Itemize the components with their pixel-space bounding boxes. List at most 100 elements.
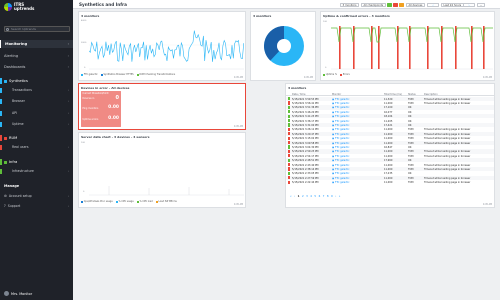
logo-line-2: uptrends — [14, 6, 35, 12]
sidebar-group-rum[interactable]: RUM — [0, 134, 73, 142]
page-link[interactable]: « — [290, 195, 292, 198]
status-marker — [287, 176, 290, 180]
gear-icon: ⚙ — [4, 194, 7, 199]
status-marker — [287, 158, 290, 162]
status-marker — [287, 167, 290, 171]
cell-date: 5/15/2021 2:22:44 PM — [292, 181, 319, 185]
infra-icon — [4, 160, 7, 164]
pagination: «‹ 1 2 3 4 5 6 7 8 9 ›» — [290, 195, 340, 198]
chart-legend: Cpu/Windows Proc usage % CPU usage % CPU… — [81, 200, 177, 203]
time-range-button[interactable]: Last 24 hours — [441, 2, 464, 7]
pie-chart — [264, 26, 304, 66]
sidebar-group-infra[interactable]: Infra — [0, 158, 73, 166]
search-icon — [6, 28, 10, 31]
chevron-right-icon: › — [67, 54, 69, 58]
sidebar-item-dashboards[interactable]: Dashboards › — [0, 63, 73, 71]
sidebar-item-infrastructure[interactable]: Infrastructure › — [0, 168, 73, 175]
sidebar: ITRS uptrends Search Uptrends Monitoring… — [0, 0, 73, 300]
chevron-right-icon: › — [67, 65, 69, 69]
search-placeholder: Search Uptrends — [11, 27, 36, 31]
sidebar-item-api[interactable]: API › — [0, 110, 73, 117]
tile-title: 3 monitors — [253, 13, 272, 18]
page-link[interactable]: ‹ — [294, 195, 295, 198]
sidebar-item-alerting[interactable]: Alerting › — [0, 52, 73, 60]
uptime-series — [331, 27, 493, 43]
chevron-right-icon[interactable]: › — [463, 2, 475, 7]
tile-title: 3 monitors — [81, 13, 100, 18]
status-marker — [287, 149, 290, 154]
status-marker — [287, 110, 290, 114]
status-marker — [287, 119, 290, 123]
monitors-filter-button[interactable]: 3 monitors — [340, 2, 359, 7]
status-warning-icon[interactable] — [399, 2, 404, 7]
rum-icon — [4, 136, 7, 140]
error-bars — [339, 26, 485, 69]
page-link[interactable]: 2 — [302, 195, 304, 198]
status-marker — [287, 123, 290, 127]
devices-filter-button[interactable]: All devices — [406, 2, 425, 7]
cell-status: TOM — [408, 181, 414, 185]
user-menu[interactable]: Mrs. Monitor — [4, 291, 32, 296]
sidebar-item-support[interactable]: ? Support › — [0, 203, 73, 210]
sidebar-item-real-users[interactable]: Real users › — [0, 144, 73, 151]
tile-monitor-log[interactable]: 3 monitors Date / time Monitor Total tim… — [285, 83, 495, 208]
status-marker — [287, 163, 290, 167]
sidebar-item-transactions[interactable]: Transactions › — [0, 87, 73, 94]
cell-time: 11,000 — [384, 181, 393, 185]
sidebar-item-monitoring[interactable]: Monitoring › — [0, 40, 73, 48]
tile-title: 3 monitors — [288, 85, 307, 90]
status-marker — [287, 97, 290, 101]
sidebar-search-input[interactable]: Search Uptrends — [4, 26, 70, 32]
status-marker — [287, 141, 290, 145]
synthetics-icon — [4, 79, 7, 83]
tile-devices-in-error[interactable]: Devices in error - All devices Current t… — [78, 83, 246, 130]
sidebar-item-account-setup[interactable]: ⚙ Account setup › — [0, 193, 73, 200]
chart-legend: FTC galactic Synthetics Browser HTTPS RU… — [81, 73, 175, 76]
status-marker — [287, 154, 290, 158]
page-link[interactable]: » — [339, 195, 341, 198]
page-link[interactable]: 7 — [323, 195, 325, 198]
page-link[interactable]: 5 — [314, 195, 316, 198]
tile-response-time[interactable]: 3 monitors 4000 2000 0 FTC galactic Synt… — [78, 11, 246, 81]
page-link[interactable]: 9 — [331, 195, 333, 198]
tile-title: Devices in error - All devices — [81, 85, 130, 90]
page-link[interactable]: 3 — [306, 195, 308, 198]
error-summary-box: Current threshold/limit Devices in 0 Pin… — [81, 91, 121, 127]
status-marker — [287, 180, 290, 184]
status-marker — [287, 171, 290, 176]
status-ok-icon[interactable] — [387, 2, 392, 7]
status-marker — [287, 105, 290, 110]
page-link[interactable]: › — [335, 195, 336, 198]
page-link[interactable]: 6 — [319, 195, 321, 198]
table-row[interactable]: 5/15/2021 2:22:44 PM ▣ FTC galactic 11,000… — [286, 180, 494, 185]
page-link[interactable]: 1 — [298, 195, 300, 198]
uptrends-logo-icon — [4, 3, 12, 12]
page-header: Synthetics and Infra 3 monitors All chec… — [73, 0, 500, 9]
status-marker — [287, 132, 290, 136]
logo[interactable]: ITRS uptrends — [4, 2, 35, 12]
sidebar-item-uptime[interactable]: Uptime › — [0, 121, 73, 128]
sidebar-manage-heading: Manage — [4, 184, 20, 188]
more-options-icon[interactable]: ⋯ — [477, 2, 485, 7]
response-time-series — [89, 30, 244, 62]
table-header: Date / time Monitor Total time (ms) Stat… — [286, 92, 494, 96]
tile-server-data[interactable]: Server data chart - 3 devices - 4 sensor… — [78, 132, 246, 208]
chevron-left-icon[interactable]: ‹ — [427, 2, 439, 7]
server-data-chart — [89, 186, 244, 196]
avatar — [4, 291, 9, 296]
tile-title: Server data chart - 3 devices - 4 sensor… — [81, 134, 150, 139]
status-marker — [287, 114, 290, 118]
tile-pie[interactable]: 3 monitors 4:45 AM — [250, 11, 316, 81]
status-error-icon[interactable] — [393, 2, 398, 7]
page-link[interactable]: 8 — [327, 195, 329, 198]
response-time-chart — [89, 30, 244, 70]
cell-monitor[interactable]: ▣ FTC galactic — [332, 181, 349, 184]
page-link[interactable]: 4 — [310, 195, 312, 198]
sidebar-group-synthetics[interactable]: Synthetics — [0, 77, 73, 85]
tile-uptime-errors[interactable]: Uptime & confirmed errors - 3 monitors 1… — [320, 11, 495, 81]
uptime-chart — [331, 26, 493, 70]
checkpoints-filter-button[interactable]: All checkpoints — [361, 2, 386, 7]
sidebar-item-browser[interactable]: Browser › — [0, 98, 73, 105]
tile-title: Uptime & confirmed errors - 3 monitors — [323, 13, 390, 18]
chevron-right-icon: › — [67, 42, 69, 46]
